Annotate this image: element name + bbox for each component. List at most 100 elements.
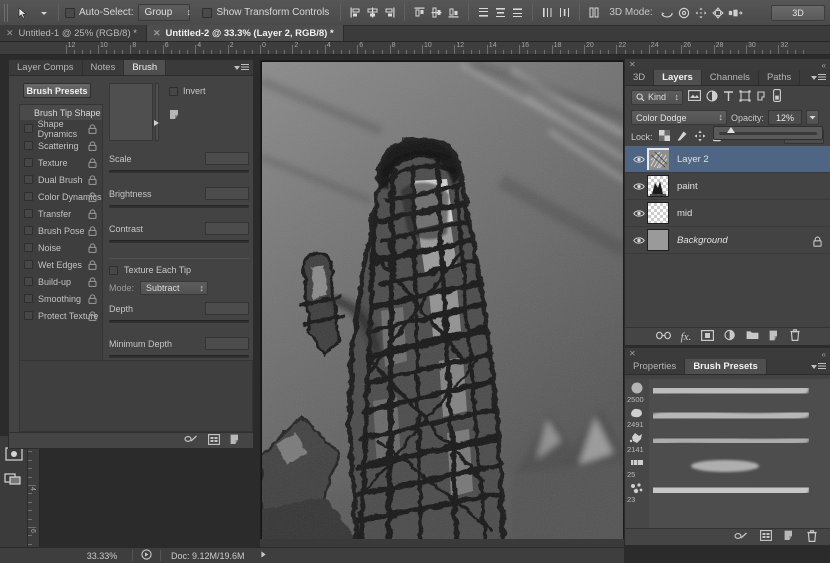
- brush-presets-button[interactable]: Brush Presets: [23, 83, 91, 98]
- layer-thumbnail[interactable]: [647, 229, 669, 251]
- new-group-icon[interactable]: [746, 330, 759, 343]
- lock-icon[interactable]: [88, 311, 97, 323]
- document-info-icon[interactable]: [133, 549, 160, 562]
- lock-icon[interactable]: [88, 226, 97, 238]
- brush-option-scattering[interactable]: Scattering: [20, 137, 102, 154]
- brush-presets-list[interactable]: 2500249121412523: [625, 379, 830, 529]
- tab-properties[interactable]: Properties: [625, 359, 685, 374]
- layer-visibility-toggle[interactable]: [631, 182, 647, 191]
- brush-option-checkbox[interactable]: [24, 158, 33, 167]
- texture-zoom-slider[interactable]: [155, 83, 159, 141]
- vertical-ruler[interactable]: 246: [28, 435, 40, 563]
- delete-layer-icon[interactable]: [790, 329, 800, 344]
- auto-select-checkbox[interactable]: [65, 8, 75, 18]
- minimum-depth-value-field[interactable]: [205, 337, 249, 350]
- layer-name[interactable]: Background: [677, 235, 728, 246]
- brush-option-protect-texture[interactable]: Protect Texture: [20, 307, 102, 324]
- align-right-edges-icon[interactable]: [382, 5, 397, 20]
- brush-preset-item[interactable]: 23: [625, 479, 830, 504]
- toggle-brush-dynamics-icon[interactable]: [184, 434, 198, 447]
- distribute-left-icon[interactable]: [540, 5, 555, 20]
- new-adjustment-layer-icon[interactable]: [724, 329, 736, 344]
- mode-dropdown[interactable]: Subtract: [140, 281, 208, 295]
- align-vertical-centers-icon[interactable]: [429, 5, 444, 20]
- workspace-switcher-3d[interactable]: 3D: [771, 5, 825, 21]
- minimum-depth-slider[interactable]: [109, 355, 249, 358]
- depth-value-field[interactable]: [205, 302, 249, 315]
- align-top-edges-icon[interactable]: [412, 5, 427, 20]
- brush-preset-item[interactable]: 25: [625, 454, 830, 479]
- layer-thumbnail[interactable]: [647, 148, 669, 170]
- tab-channels[interactable]: Channels: [702, 70, 759, 85]
- brush-option-checkbox[interactable]: [24, 141, 33, 150]
- preset-manager-icon[interactable]: [760, 530, 772, 544]
- link-layers-icon[interactable]: [656, 331, 671, 343]
- opacity-slider-popup[interactable]: [713, 126, 823, 140]
- move-tool-icon[interactable]: [13, 3, 35, 23]
- brush-preset-item[interactable]: 2141: [625, 429, 830, 454]
- distribute-spacing-vertical-icon[interactable]: [587, 5, 602, 20]
- layer-visibility-toggle[interactable]: [631, 209, 647, 218]
- brightness-slider[interactable]: [109, 205, 249, 208]
- brush-option-wet-edges[interactable]: Wet Edges: [20, 256, 102, 273]
- brush-option-smoothing[interactable]: Smoothing: [20, 290, 102, 307]
- tab-layer-comps[interactable]: Layer Comps: [9, 60, 83, 75]
- lock-position-icon[interactable]: [694, 130, 706, 144]
- blend-mode-dropdown[interactable]: Color Dodge: [631, 110, 727, 125]
- new-texture-preset-icon[interactable]: [169, 109, 181, 121]
- options-bar-grip[interactable]: [4, 4, 10, 22]
- depth-slider[interactable]: [109, 320, 249, 323]
- lock-icon[interactable]: [88, 243, 97, 255]
- toggle-brush-panel-icon[interactable]: [734, 531, 748, 544]
- tab-3d[interactable]: 3D: [625, 70, 654, 85]
- lock-icon[interactable]: [88, 209, 97, 221]
- scale-slider[interactable]: [109, 170, 249, 173]
- texture-preview[interactable]: [109, 83, 153, 141]
- chevron-right-icon[interactable]: [259, 550, 268, 561]
- brush-option-checkbox[interactable]: [24, 277, 33, 286]
- brush-option-checkbox[interactable]: [24, 226, 33, 235]
- contrast-slider[interactable]: [109, 240, 249, 243]
- lock-icon[interactable]: [88, 158, 97, 170]
- lock-icon[interactable]: [88, 192, 97, 204]
- brush-option-noise[interactable]: Noise: [20, 239, 102, 256]
- panel-menu-icon[interactable]: [811, 363, 826, 370]
- layer-name[interactable]: Layer 2: [677, 154, 709, 165]
- filter-pixel-icon[interactable]: [688, 90, 701, 104]
- tab-layers[interactable]: Layers: [654, 70, 702, 85]
- delete-preset-icon[interactable]: [807, 530, 817, 545]
- opacity-dropdown-button[interactable]: [806, 110, 819, 125]
- tool-preset-dropdown[interactable]: [36, 5, 51, 20]
- brush-option-checkbox[interactable]: [24, 192, 33, 201]
- texture-each-tip-checkbox[interactable]: [109, 266, 118, 275]
- brush-option-checkbox[interactable]: [24, 294, 33, 303]
- layer-visibility-toggle[interactable]: [631, 155, 647, 164]
- brightness-value-field[interactable]: [205, 187, 249, 200]
- distribute-vertical-center-icon[interactable]: [493, 5, 508, 20]
- new-layer-icon[interactable]: [769, 330, 780, 344]
- invert-checkbox[interactable]: [169, 87, 178, 96]
- layer-name[interactable]: paint: [677, 181, 698, 192]
- layer-row-background[interactable]: Background: [625, 227, 830, 254]
- brush-option-transfer[interactable]: Transfer: [20, 205, 102, 222]
- rotate-3d-icon[interactable]: [660, 5, 675, 20]
- layer-visibility-toggle[interactable]: [631, 236, 647, 245]
- align-bottom-edges-icon[interactable]: [446, 5, 461, 20]
- brush-option-checkbox[interactable]: [24, 311, 33, 320]
- distribute-top-icon[interactable]: [476, 5, 491, 20]
- lock-icon[interactable]: [88, 175, 97, 187]
- slide-3d-icon[interactable]: [711, 5, 726, 20]
- layer-row-mid[interactable]: mid: [625, 200, 830, 227]
- lock-image-pixels-icon[interactable]: [676, 130, 688, 144]
- add-layer-style-icon[interactable]: fx.: [681, 331, 692, 343]
- brush-option-checkbox[interactable]: [24, 124, 33, 133]
- tab-notes[interactable]: Notes: [83, 60, 125, 75]
- brush-option-dual-brush[interactable]: Dual Brush: [20, 171, 102, 188]
- lock-icon[interactable]: [88, 277, 97, 289]
- contrast-value-field[interactable]: [205, 222, 249, 235]
- filter-type-icon[interactable]: [723, 90, 734, 105]
- brush-option-texture[interactable]: Texture: [20, 154, 102, 171]
- close-icon[interactable]: ✕: [6, 28, 14, 39]
- invert-checkbox-row[interactable]: Invert: [169, 86, 206, 96]
- horizontal-ruler[interactable]: 1210864202468101214161820222426283032: [0, 42, 830, 55]
